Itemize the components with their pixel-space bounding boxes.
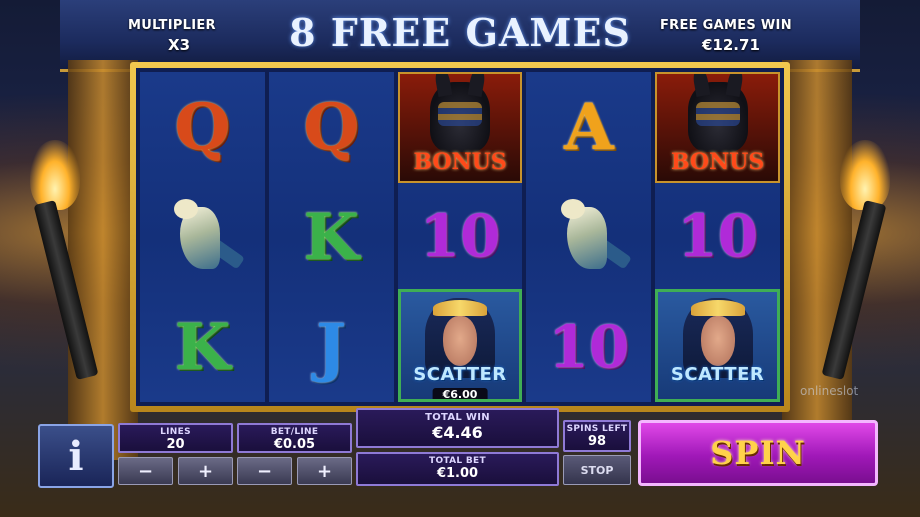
reel-cell: 10 xyxy=(526,292,651,402)
scatter-symbol: SCATTER €6.00 xyxy=(397,289,523,403)
total-bet-panel: TOTAL BET €1.00 xyxy=(356,452,559,486)
symbol-10: 10 xyxy=(419,202,501,270)
reel-cell xyxy=(526,182,651,292)
lines-label: LINES xyxy=(160,427,191,437)
multiplier-value: X3 xyxy=(168,36,191,54)
symbol-k: K xyxy=(174,309,231,385)
reel-cell: 10 xyxy=(655,183,780,290)
bet-line-minus-button[interactable]: − xyxy=(237,457,292,485)
symbol-10: 10 xyxy=(548,313,630,381)
multiplier-label: MULTIPLIER xyxy=(128,18,216,33)
anubis-icon xyxy=(687,82,748,152)
reel-cell: Q xyxy=(140,72,265,182)
left-torch-flame xyxy=(30,140,80,210)
reel-frame: Q K Q K J BONUS 10 SCATTER €6.00 A 10 BO… xyxy=(130,62,790,412)
anubis-icon xyxy=(429,82,490,152)
free-games-title: 8 FREE GAMES xyxy=(289,10,631,55)
free-games-win-label: FREE GAMES WIN xyxy=(660,18,792,33)
reel-cell: K xyxy=(140,292,265,402)
falcon-symbol-icon xyxy=(549,195,632,279)
spin-button[interactable]: SPIN xyxy=(638,420,878,486)
bet-line-panel: BET/LINE €0.05 xyxy=(237,423,352,453)
scatter-symbol: SCATTER xyxy=(655,289,780,403)
total-bet-value: €1.00 xyxy=(436,466,479,481)
symbol-q: Q xyxy=(303,89,360,165)
reel-cell: Q xyxy=(269,72,394,182)
watermark-text: onlineslot xyxy=(800,384,859,398)
spins-left-label: SPINS LEFT xyxy=(566,424,628,434)
total-win-panel: TOTAL WIN €4.46 xyxy=(356,408,559,448)
spins-left-value: 98 xyxy=(587,434,607,449)
scatter-label: SCATTER xyxy=(670,364,765,386)
bonus-label: BONUS xyxy=(670,148,765,175)
scatter-label: SCATTER xyxy=(413,364,507,386)
bonus-symbol: BONUS xyxy=(655,72,780,183)
symbol-a: A xyxy=(563,89,614,165)
reel-cell: 10 xyxy=(398,183,523,290)
reel-3: BONUS 10 SCATTER €6.00 xyxy=(397,72,523,403)
bet-line-value: €0.05 xyxy=(273,437,316,452)
reel-cell: J xyxy=(269,292,394,402)
reel-4: A 10 xyxy=(526,72,652,402)
info-button[interactable]: i xyxy=(38,424,114,488)
symbol-j: J xyxy=(316,309,347,385)
reel-cell xyxy=(140,182,265,292)
symbol-q: Q xyxy=(174,89,231,165)
bonus-symbol: BONUS xyxy=(397,72,523,183)
stop-button[interactable]: STOP xyxy=(563,455,631,485)
lines-panel: LINES 20 xyxy=(118,423,233,453)
reel-cell: K xyxy=(269,182,394,292)
reel-cell: A xyxy=(526,72,651,182)
spins-left-panel: SPINS LEFT 98 xyxy=(563,420,631,452)
symbol-10: 10 xyxy=(677,202,758,270)
reel-2: Q K J xyxy=(268,72,394,402)
falcon-symbol-icon xyxy=(162,195,246,279)
total-win-label: TOTAL WIN xyxy=(425,412,490,423)
total-win-value: €4.46 xyxy=(432,423,483,442)
left-pillar xyxy=(68,60,138,460)
reels-grid: Q K Q K J BONUS 10 SCATTER €6.00 A 10 BO… xyxy=(136,68,784,406)
reel-5: BONUS 10 SCATTER xyxy=(655,72,780,403)
bet-line-label: BET/LINE xyxy=(270,427,319,437)
lines-value: 20 xyxy=(166,437,185,452)
free-games-win-value: €12.71 xyxy=(702,36,760,54)
total-bet-label: TOTAL BET xyxy=(429,456,486,466)
right-pillar xyxy=(782,60,852,460)
lines-plus-button[interactable]: + xyxy=(178,457,233,485)
lines-minus-button[interactable]: − xyxy=(118,457,173,485)
bonus-label: BONUS xyxy=(413,148,507,175)
symbol-k: K xyxy=(303,199,359,275)
bet-line-plus-button[interactable]: + xyxy=(297,457,352,485)
right-torch-flame xyxy=(840,140,890,210)
reel-1: Q K xyxy=(140,72,265,402)
scatter-win-amount: €6.00 xyxy=(432,388,488,400)
